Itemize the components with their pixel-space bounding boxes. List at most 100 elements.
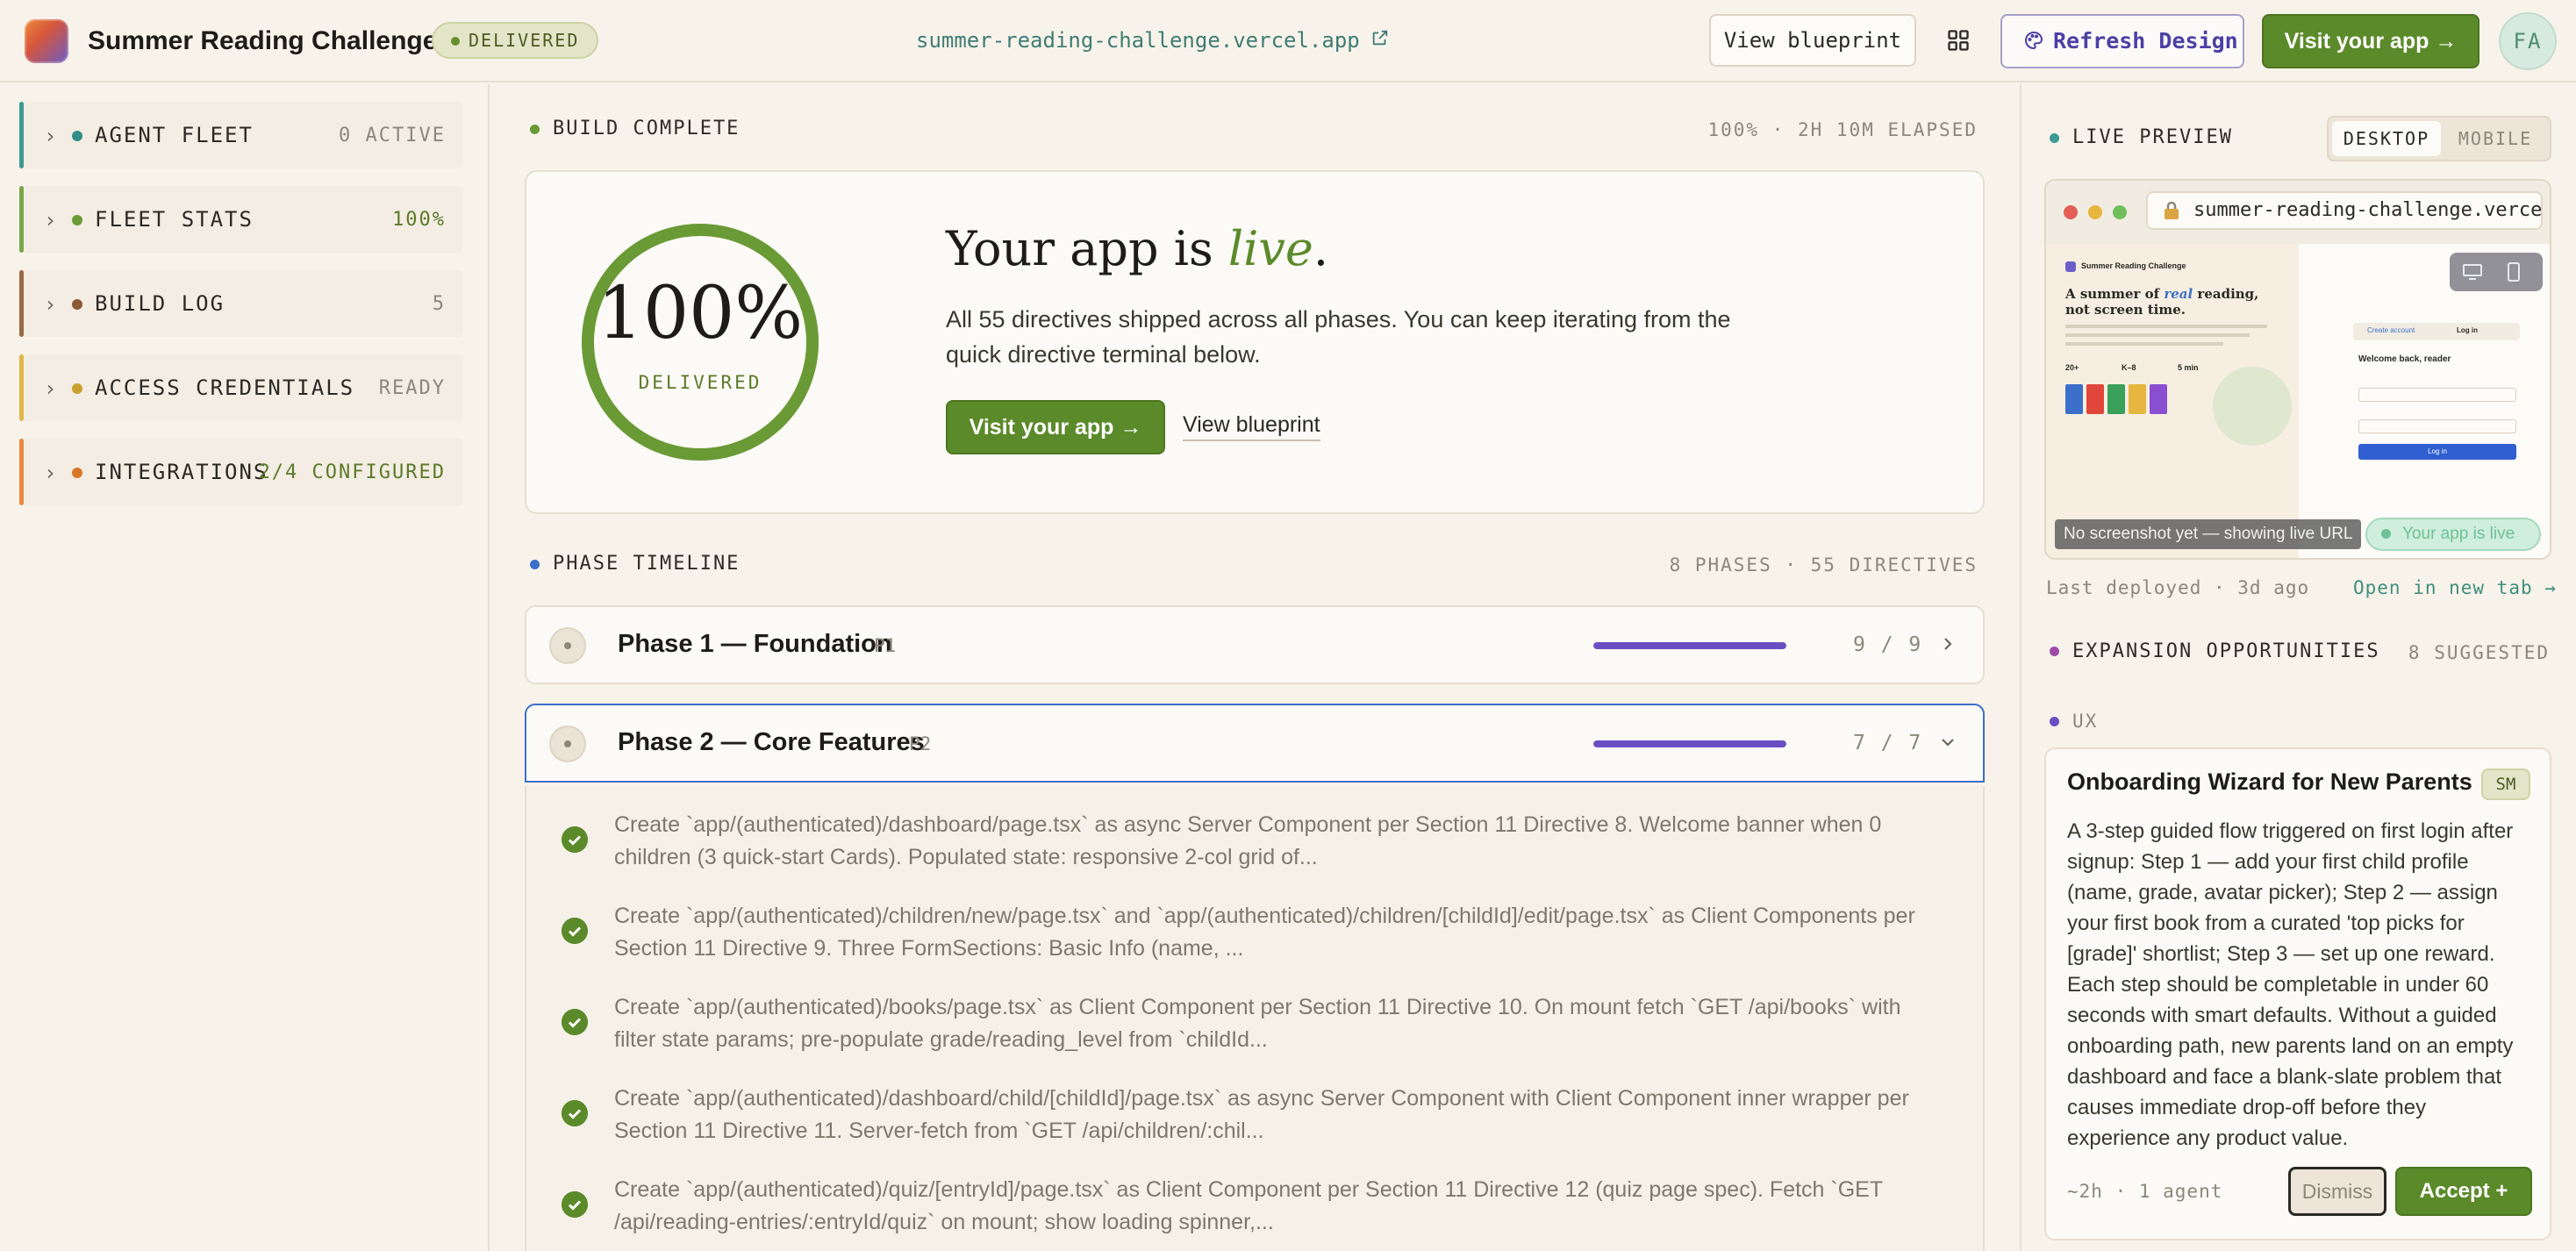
- check-circle-icon: [562, 826, 588, 853]
- check-circle-icon: [562, 1191, 588, 1218]
- status-dot: [72, 215, 82, 225]
- app-url-link[interactable]: summer-reading-challenge.vercel.app: [916, 28, 1360, 53]
- toggle-mobile[interactable]: MOBILE: [2444, 121, 2546, 156]
- phase-tag: P2: [909, 733, 932, 754]
- sidebar-item-value: READY: [378, 377, 446, 399]
- phase-count: 7 / 7: [1853, 732, 1923, 754]
- view-blueprint-link[interactable]: View blueprint: [1183, 412, 1320, 441]
- mini-tab-login: Log in: [2457, 326, 2478, 334]
- opportunity-description: A 3-step guided flow triggered on first …: [2067, 819, 2514, 1150]
- sidebar-item-label: BUILD LOG: [95, 291, 225, 316]
- sidebar-item-access-credentials[interactable]: › ACCESS CREDENTIALS READY: [19, 354, 463, 421]
- phase-status-icon: [549, 627, 586, 664]
- preview-dot: [2050, 133, 2059, 143]
- external-link-icon[interactable]: [1370, 28, 1390, 47]
- expansion-dot: [2050, 647, 2059, 656]
- directive-list: Create `app/(authenticated)/dashboard/pa…: [525, 786, 1985, 1251]
- visit-app-button[interactable]: Visit your app →: [2262, 14, 2479, 68]
- mini-brand: Summer Reading Challenge: [2081, 261, 2186, 270]
- sidebar: [0, 84, 490, 1251]
- status-dot: [72, 299, 82, 310]
- phase-title: Phase 1 — Foundation: [618, 630, 892, 658]
- device-switcher[interactable]: [2450, 253, 2543, 291]
- directive-text: Create `app/(authenticated)/books/page.t…: [614, 995, 1901, 1052]
- refresh-design-label: Refresh Design: [2053, 28, 2238, 54]
- directive-text: Create `app/(authenticated)/quiz/[entryI…: [614, 1177, 1883, 1234]
- mini-text-line: [2065, 342, 2223, 346]
- address-bar[interactable]: summer-reading-challenge.vercel: [2146, 191, 2543, 230]
- phase-status-icon: [549, 726, 586, 762]
- app-logo: [25, 19, 68, 63]
- sidebar-accent-bar: [19, 186, 24, 253]
- sidebar-item-label: INTEGRATIONS: [95, 460, 268, 484]
- directive-text: Create `app/(authenticated)/children/new…: [614, 904, 1915, 961]
- sidebar-item-label: AGENT FLEET: [95, 123, 254, 147]
- palette-icon: [2025, 31, 2043, 50]
- phase-row-2[interactable]: Phase 2 — Core Features P2 7 / 7: [525, 704, 1985, 783]
- sidebar-item-agent-fleet[interactable]: › AGENT FLEET 0 ACTIVE: [19, 102, 463, 168]
- mini-stat-1: 20+: [2065, 363, 2079, 372]
- device-toggle: DESKTOP MOBILE: [2327, 116, 2551, 161]
- last-deployed: Last deployed · 3d ago: [2046, 577, 2310, 598]
- live-description: All 55 directives shipped across all pha…: [946, 306, 1731, 368]
- chevron-right-icon: ›: [44, 461, 57, 485]
- mini-password-input: [2358, 419, 2516, 433]
- mini-stat-2: K–8: [2122, 363, 2136, 372]
- status-dot: [72, 383, 82, 394]
- mini-book: [2107, 384, 2125, 414]
- sidebar-item-fleet-stats[interactable]: › FLEET STATS 100%: [19, 186, 463, 253]
- live-heading-emphasis: live: [1227, 221, 1313, 276]
- sidebar-item-label: ACCESS CREDENTIALS: [95, 375, 355, 400]
- lock-icon: [2165, 201, 2179, 219]
- check-circle-icon: [562, 918, 588, 944]
- chevron-right-icon: [1944, 638, 1952, 650]
- live-heading-suffix: .: [1313, 221, 1329, 276]
- progress-percent: 100%: [597, 272, 804, 355]
- mobile-icon[interactable]: [2506, 261, 2522, 282]
- dismiss-button[interactable]: Dismiss: [2288, 1167, 2386, 1216]
- ux-category-label: UX: [2072, 711, 2099, 732]
- chevron-right-icon: ›: [44, 376, 57, 401]
- chevron-right-icon: ›: [44, 208, 57, 232]
- build-section-label: BUILD COMPLETE: [553, 118, 741, 139]
- directive-item: Create `app/(authenticated)/books/page.t…: [526, 990, 1983, 1081]
- mini-book: [2086, 384, 2104, 414]
- minimize-dot: [2088, 205, 2102, 219]
- grid-icon[interactable]: [1946, 28, 1971, 53]
- expansion-section-label: EXPANSION OPPORTUNITIES: [2072, 640, 2380, 662]
- toggle-desktop[interactable]: DESKTOP: [2332, 121, 2441, 156]
- opportunity-title: Onboarding Wizard for New Parents: [2067, 768, 2472, 795]
- view-blueprint-button[interactable]: View blueprint: [1709, 14, 1916, 67]
- timeline-section-label: PHASE TIMELINE: [553, 553, 741, 575]
- mini-book: [2065, 384, 2083, 414]
- phase-title: Phase 2 — Core Features: [618, 728, 925, 756]
- sidebar-accent-bar: [19, 270, 24, 337]
- build-status-dot: [530, 125, 540, 134]
- accept-button[interactable]: Accept +: [2395, 1167, 2532, 1216]
- mini-headline: A summer of real reading,: [2065, 286, 2258, 302]
- opportunity-meta: ~2h · 1 agent: [2067, 1181, 2223, 1202]
- top-bar: Summer Reading Challenge DELIVERED summe…: [0, 0, 2576, 82]
- desktop-icon[interactable]: [2462, 263, 2483, 281]
- sidebar-item-build-log[interactable]: › BUILD LOG 5: [19, 270, 463, 337]
- sidebar-item-integrations[interactable]: › INTEGRATIONS 2/4 CONFIGURED: [19, 439, 463, 505]
- open-new-tab-link[interactable]: Open in new tab →: [2353, 577, 2557, 598]
- directive-item: Create `app/(authenticated)/dashboard/ch…: [526, 1081, 1983, 1172]
- timeline-section-meta: 8 PHASES · 55 DIRECTIVES: [1669, 554, 1978, 575]
- sidebar-accent-bar: [19, 354, 24, 421]
- live-heading-prefix: Your app is: [946, 221, 1228, 276]
- phase-progress-bar: [1593, 642, 1786, 649]
- phase-row-1[interactable]: Phase 1 — Foundation P1 9 / 9: [525, 605, 1985, 684]
- directive-text: Create `app/(authenticated)/dashboard/ch…: [614, 1086, 1909, 1143]
- chevron-down-icon: [1942, 739, 1954, 747]
- check-circle-icon: [562, 1100, 588, 1126]
- sidebar-accent-bar: [19, 102, 24, 168]
- mini-login-button: Log in: [2358, 444, 2516, 460]
- mini-text-line: [2065, 325, 2267, 328]
- directive-item: Create `app/(authenticated)/dashboard/pa…: [526, 807, 1983, 898]
- visit-app-cta-button[interactable]: Visit your app →: [946, 400, 1165, 454]
- directive-text: Create `app/(authenticated)/dashboard/pa…: [614, 812, 1882, 869]
- sidebar-item-value: 100%: [392, 209, 446, 231]
- avatar[interactable]: FA: [2499, 12, 2557, 70]
- refresh-design-button[interactable]: Refresh Design: [2000, 14, 2244, 68]
